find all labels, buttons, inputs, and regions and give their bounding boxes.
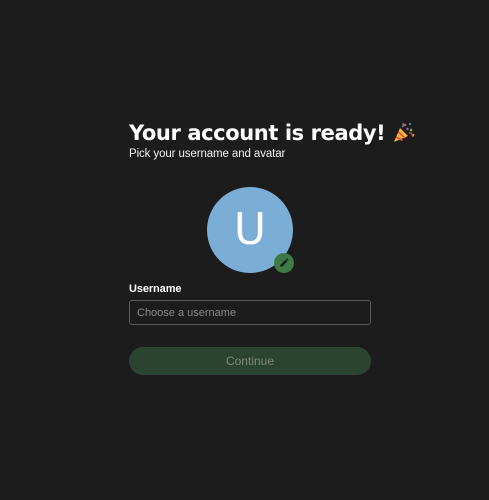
avatar-container: U	[207, 187, 294, 273]
party-popper-icon	[391, 121, 415, 145]
username-input[interactable]	[129, 300, 371, 325]
continue-button[interactable]: Continue	[129, 347, 371, 375]
page-subtitle: Pick your username and avatar	[129, 148, 286, 160]
title-row: Your account is ready!	[129, 118, 415, 148]
avatar-initial: U	[233, 204, 267, 255]
onboarding-card: Your account is ready! Pick your usernam…	[129, 118, 415, 375]
pencil-icon	[280, 258, 289, 267]
page-title: Your account is ready!	[129, 121, 386, 145]
edit-avatar-button[interactable]	[274, 253, 294, 273]
username-label: Username	[129, 283, 182, 295]
